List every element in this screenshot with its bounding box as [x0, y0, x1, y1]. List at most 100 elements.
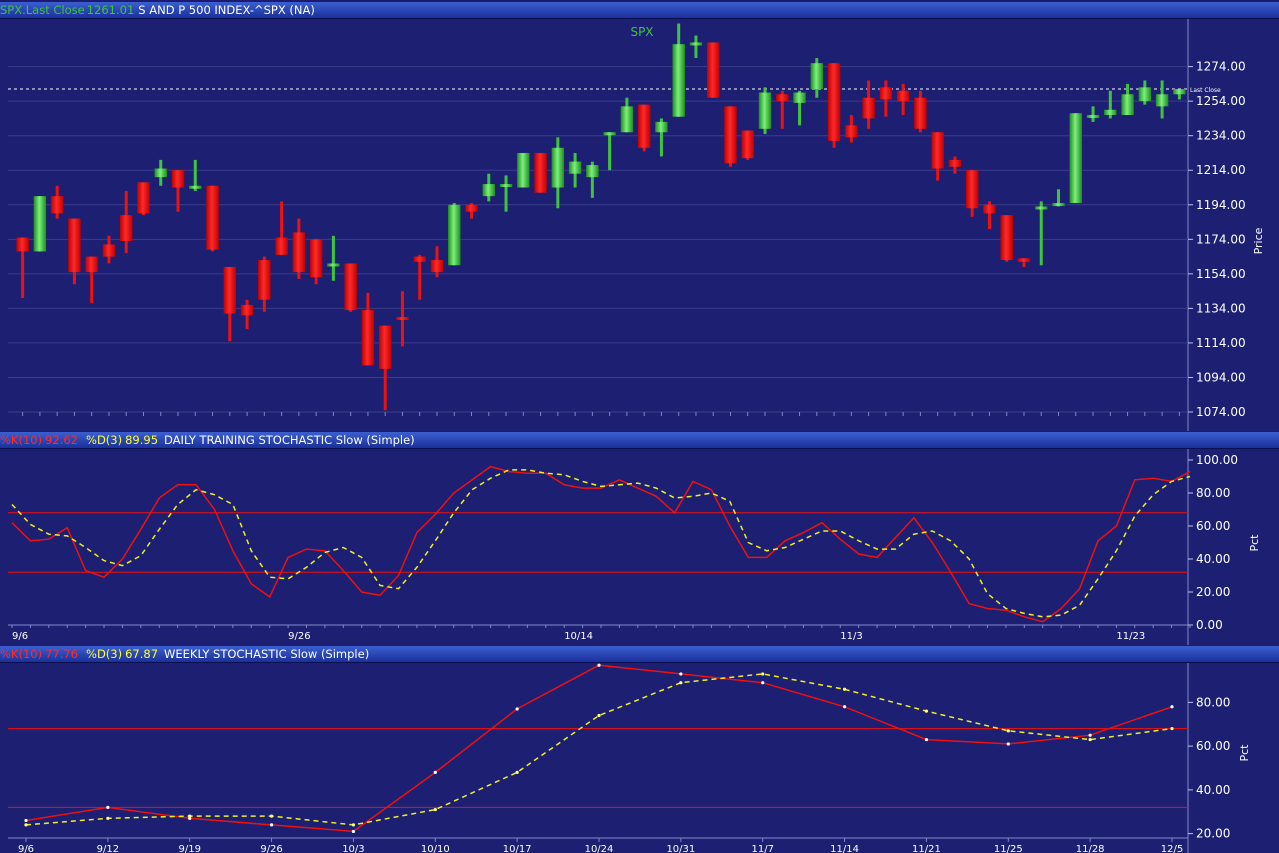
weekly-d-series-line — [25, 673, 1173, 826]
candle-body — [1035, 206, 1048, 210]
daily-x-tick-label: 11/23 — [1116, 631, 1145, 642]
price-y-tick-label: 1134.00 — [1196, 301, 1246, 315]
price-y-tick-label: 1234.00 — [1196, 129, 1246, 143]
weekly-x-tick-label: 11/28 — [1076, 844, 1105, 853]
candle-body — [1052, 203, 1065, 207]
weekly-x-tick-label: 11/21 — [912, 844, 941, 853]
price-panel-header[interactable]: SPX.Last Close 1261.01 S AND P 500 INDEX-^… — [0, 2, 1279, 19]
weekly-d-point — [24, 823, 28, 827]
candle-body — [137, 182, 150, 214]
candle-body — [637, 104, 651, 148]
weekly-stochastic-chart[interactable]: 80.0060.0040.0020.009/6 9/12 9/19 9/26 10/3 1… — [0, 663, 1279, 853]
candle-body — [102, 244, 116, 257]
weekly-y-tick-label: 20.00 — [1196, 827, 1230, 841]
weekly-y-tick-label: 60.00 — [1196, 739, 1230, 753]
weekly-d-label: %D(3) — [86, 647, 123, 661]
daily-stochastic-panel[interactable]: 100.00 80.00 60.00 40.00 20.00 0.00 9/6 9/26 10/… — [0, 449, 1279, 645]
weekly-x-tick-label: 9/6 — [18, 844, 34, 853]
last-close-value: 1261.01 — [86, 3, 135, 17]
price-y-tick-label: 1074.00 — [1196, 405, 1246, 419]
candle-body — [741, 130, 754, 159]
candle-body — [413, 256, 426, 262]
weekly-k-point — [679, 672, 683, 676]
weekly-d-point — [1088, 737, 1092, 742]
weekly-x-tick-label: 9/12 — [97, 844, 119, 853]
weekly-d-point — [1170, 727, 1174, 731]
weekly-x-tick-label: 10/17 — [503, 844, 532, 853]
weekly-d-point — [597, 713, 601, 718]
weekly-x-tick-label: 10/3 — [342, 844, 364, 853]
weekly-k-label: %K(10) — [0, 647, 43, 661]
candle-body — [914, 97, 927, 129]
price-y-tick-label: 1194.00 — [1196, 198, 1246, 212]
candle-body — [810, 63, 824, 90]
candle-body — [396, 317, 409, 321]
weekly-d-point — [269, 814, 274, 818]
daily-y-tick-label: 20.00 — [1196, 585, 1230, 599]
candle-body — [586, 165, 599, 178]
weekly-d-point — [515, 770, 519, 774]
candle-body — [983, 204, 996, 214]
candle-body — [1069, 113, 1082, 204]
weekly-d-point — [761, 672, 765, 676]
candle-body — [120, 215, 133, 242]
candle-body — [534, 152, 547, 193]
price-chart[interactable]: 1274.00 1254.00 1234.00 1214.00 1194.00 1174.… — [0, 19, 1279, 431]
daily-k-series-line — [11, 465, 1191, 623]
price-panel[interactable]: 1274.00 1254.00 1234.00 1214.00 1194.00 1174.… — [0, 19, 1279, 431]
candle-body — [758, 92, 772, 129]
daily-stochastic-title: DAILY TRAINING STOCHASTIC Slow (Simple) — [164, 433, 415, 447]
daily-stochastic-chart[interactable]: 100.00 80.00 60.00 40.00 20.00 0.00 9/6 9/26 10/… — [0, 449, 1279, 645]
weekly-stochastic-panel[interactable]: 80.00 60.00 40.00 20.00 9/6 9/12 9/19 9/26 10/3 1… — [0, 663, 1279, 853]
weekly-y-tick-label: 40.00 — [1196, 783, 1230, 797]
candle-body — [68, 218, 81, 273]
price-panel-title: S AND P 500 INDEX-^SPX (NA) — [138, 3, 315, 17]
candle-body — [154, 168, 167, 178]
daily-d-value: 89.95 — [125, 433, 159, 447]
price-y-tick-label: 1174.00 — [1196, 232, 1246, 246]
weekly-x-tick-label: 11/25 — [994, 844, 1023, 853]
candle-body — [223, 266, 237, 314]
daily-x-tick-label: 9/26 — [288, 631, 310, 642]
weekly-k-point — [515, 707, 519, 711]
price-y-axis-label: Price — [1252, 227, 1265, 254]
candle-body — [551, 147, 565, 188]
candle-body — [1000, 215, 1013, 261]
weekly-k-point — [842, 705, 847, 709]
candle-body — [1155, 94, 1169, 107]
candle-body — [603, 132, 616, 136]
weekly-k-point — [597, 663, 601, 667]
candle-body — [1104, 109, 1117, 115]
price-y-tick-label: 1274.00 — [1196, 60, 1246, 74]
weekly-k-point — [106, 805, 110, 809]
candle-body — [672, 44, 685, 117]
candle-body — [275, 237, 288, 255]
weekly-k-point — [269, 823, 274, 827]
candle-body — [85, 256, 98, 273]
daily-k-label: %K(10) — [0, 433, 43, 447]
weekly-d-point — [842, 687, 847, 691]
daily-y-tick-label: 100.00 — [1196, 453, 1238, 467]
weekly-y-axis-label: Pct — [1238, 744, 1251, 762]
weekly-d-point — [106, 816, 110, 820]
price-y-tick-label: 1114.00 — [1196, 336, 1246, 350]
candle-body — [707, 42, 720, 98]
weekly-x-tick-label: 9/26 — [260, 844, 282, 853]
candle-body — [931, 132, 944, 169]
weekly-stochastic-header[interactable]: %K(10) 77.76 %D(3) 67.87 WEEKLY STOCHASTIC S… — [0, 646, 1279, 663]
candle-body — [896, 90, 910, 102]
daily-x-tick-label: 11/3 — [840, 631, 862, 642]
daily-k-value: 92.62 — [45, 433, 79, 447]
candle-body — [862, 97, 875, 119]
candle-body — [1086, 114, 1100, 118]
candle-body — [430, 260, 444, 273]
candle-body — [827, 63, 841, 141]
candle-body — [845, 125, 858, 138]
daily-y-tick-label: 80.00 — [1196, 486, 1230, 500]
price-y-tick-label: 1214.00 — [1196, 163, 1246, 177]
candle-body — [499, 184, 513, 188]
last-close-label: SPX.Last Close — [0, 3, 85, 17]
daily-stochastic-header[interactable]: %K(10) 92.62 %D(3) 89.95 DAILY TRAINING STOC… — [0, 432, 1279, 449]
candle-body — [965, 170, 979, 209]
price-y-tick-label: 1094.00 — [1196, 370, 1246, 384]
